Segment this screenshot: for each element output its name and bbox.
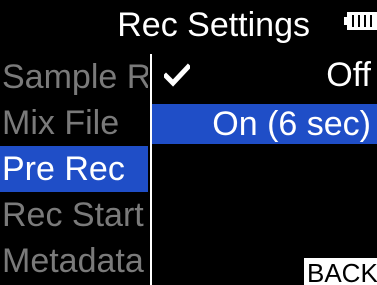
option-off-label: Off	[326, 56, 371, 94]
settings-menu: Sample Rate Mix File Pre Rec Rec Start M…	[0, 54, 150, 285]
menu-item-sample-rate[interactable]: Sample Rate	[0, 54, 148, 100]
menu-item-label: Rec Start	[2, 196, 144, 234]
option-on-6-sec[interactable]: On (6 sec)	[152, 104, 377, 144]
back-button[interactable]: BACK	[304, 258, 377, 285]
check-icon	[164, 63, 190, 87]
menu-item-rec-start[interactable]: Rec Start	[0, 192, 148, 238]
menu-item-label: Sample Rate	[2, 58, 148, 96]
menu-item-pre-rec[interactable]: Pre Rec	[0, 146, 148, 192]
menu-item-mix-file[interactable]: Mix File	[0, 100, 148, 146]
menu-item-label: Metadata	[2, 242, 144, 280]
menu-item-label: Pre Rec	[2, 150, 125, 188]
battery-icon	[344, 12, 377, 30]
menu-item-label: Mix File	[2, 104, 120, 142]
rec-settings-screen: Rec Settings Sample Rate Mix File Pre Re…	[0, 0, 377, 285]
menu-item-metadata[interactable]: Metadata	[0, 238, 148, 284]
page-title: Rec Settings	[117, 6, 310, 44]
option-on-label: On (6 sec)	[212, 105, 371, 143]
option-off[interactable]: Off	[152, 55, 377, 95]
